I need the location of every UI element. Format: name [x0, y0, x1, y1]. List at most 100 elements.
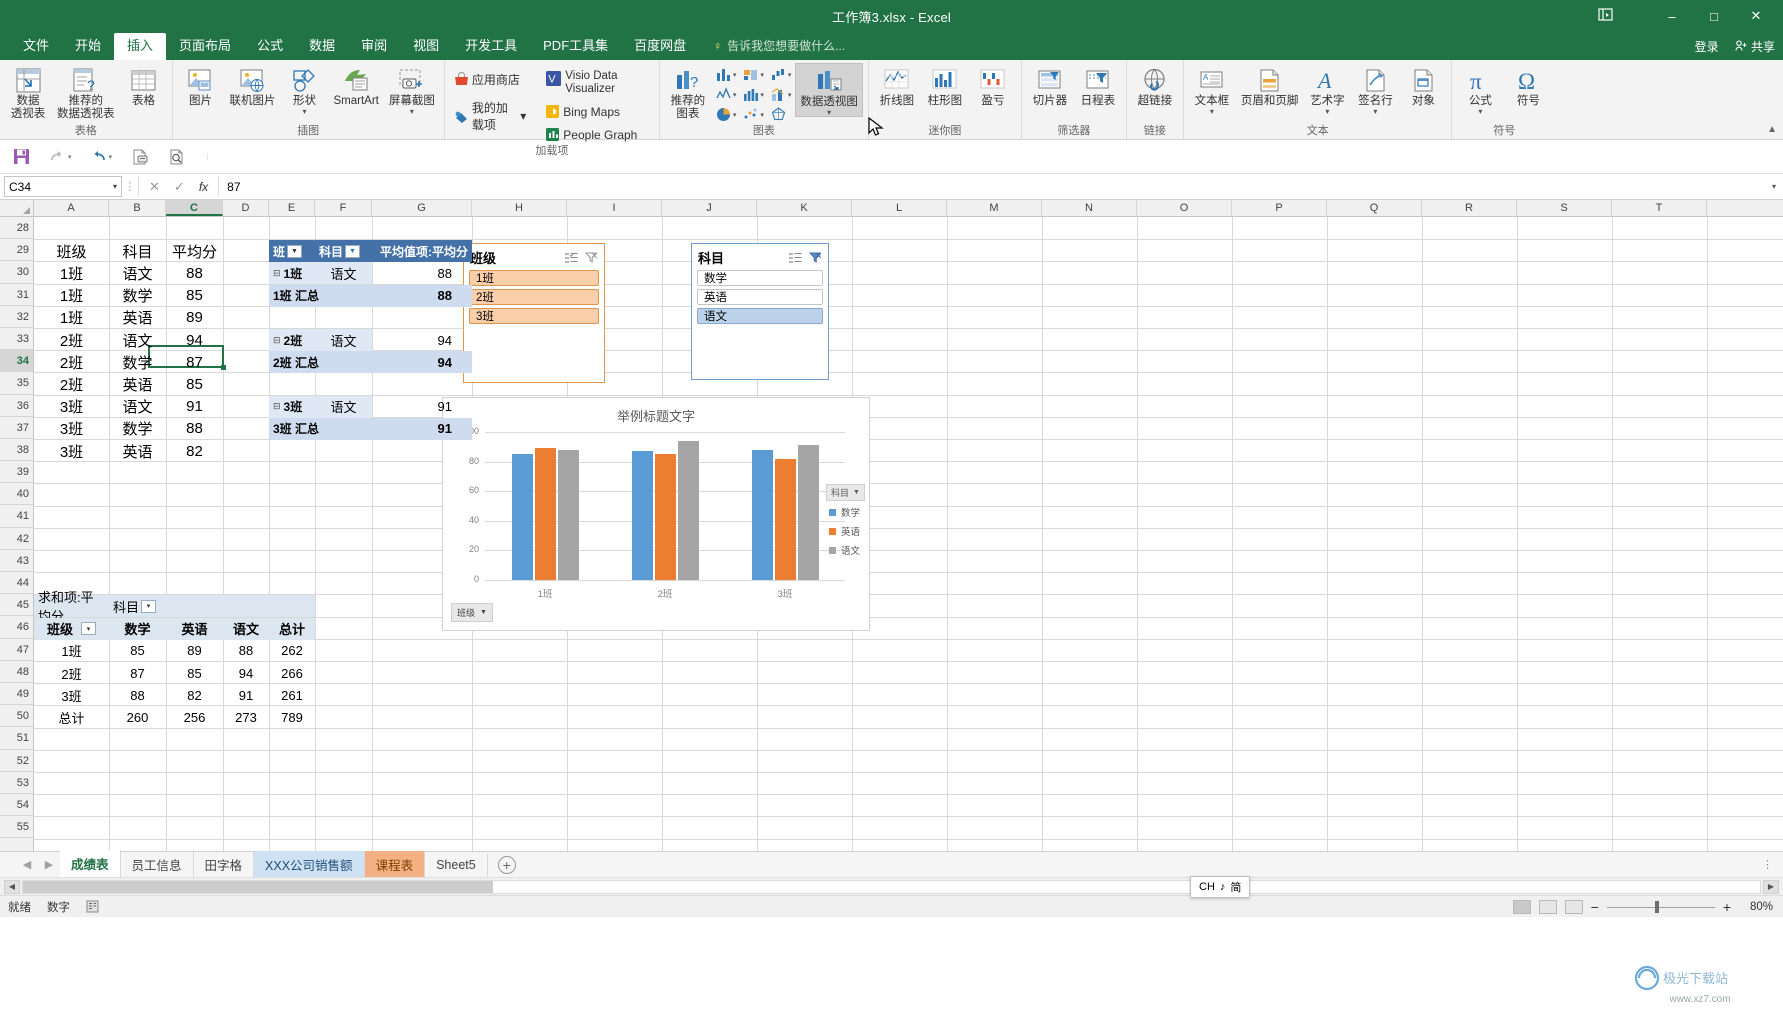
column-header-P[interactable]: P [1232, 200, 1327, 216]
sign-in-link[interactable]: 登录 [1695, 38, 1719, 55]
pivot-cell-1班-数学[interactable]: 85 [109, 640, 166, 662]
my-addins-caret-icon[interactable]: ▾ [520, 109, 526, 123]
cell-A32[interactable]: 1班 [34, 307, 109, 329]
pivot-cell-3班-总计[interactable]: 261 [269, 684, 315, 706]
cell-B38[interactable]: 英语 [109, 440, 166, 462]
row-header-30[interactable]: 30 [0, 261, 33, 284]
pivot-row-2班[interactable]: 2班 [34, 662, 109, 684]
slicer-item-subject-chinese[interactable]: 语文 [697, 308, 823, 324]
row-header-53[interactable]: 53 [0, 772, 33, 794]
online-pictures-button[interactable]: 联机图片 [226, 63, 280, 108]
column-header-N[interactable]: N [1042, 200, 1137, 216]
pivot-row-总计[interactable]: 总计 [34, 706, 109, 728]
bar-chart-button[interactable]: ▾ [740, 85, 766, 104]
statistic-chart-caret-icon[interactable]: ▾ [733, 91, 737, 99]
cell-B34[interactable]: 数学 [109, 351, 166, 373]
column-header-Q[interactable]: Q [1327, 200, 1422, 216]
column-chart-button[interactable]: ▾ [713, 65, 739, 84]
cell-E30[interactable]: ⊟ 1班 [269, 262, 315, 285]
worksheet-grid[interactable]: ABCDEFGHIJKLMNOPQRST 28 29 30 31 32 33 34 35 36 3… [0, 200, 1783, 851]
pivot-chart-button[interactable]: 数据透视图 ▾ [795, 63, 863, 117]
legend-entry-english[interactable]: 英语 [826, 524, 874, 538]
horizontal-scrollbar[interactable]: ◀ ▶ CH ♪ 简 [0, 876, 1783, 898]
screenshot-caret-icon[interactable]: ▾ [410, 108, 414, 116]
pivot-column-header-总计[interactable]: 总计 [269, 617, 315, 640]
legend-field-button[interactable]: 科目 ▼ [826, 484, 865, 501]
cell-G37[interactable]: 91 [372, 417, 472, 440]
print-preview-icon[interactable] [167, 148, 186, 166]
symbol-button[interactable]: Ω 符号 [1505, 63, 1551, 108]
cell-F33[interactable]: 语文 [315, 329, 372, 351]
row-header-33[interactable]: 33 [0, 328, 33, 351]
tab-pdf-tools[interactable]: PDF工具集 [530, 33, 621, 60]
combo-chart-button[interactable]: ▾ [768, 85, 794, 104]
waterfall-chart-button[interactable]: ▾ [768, 65, 794, 84]
expand-formula-bar-icon[interactable]: ▾ [1765, 182, 1783, 191]
undo-caret-icon[interactable]: ▾ [109, 153, 113, 161]
pivot-column-header-英语[interactable]: 英语 [166, 617, 223, 640]
textbox-caret-icon[interactable]: ▾ [1210, 108, 1214, 116]
column-header-B[interactable]: B [109, 200, 166, 216]
pivot-cell-1班-语文[interactable]: 88 [223, 640, 269, 662]
wordart-caret-icon[interactable]: ▾ [1325, 108, 1329, 116]
slicer-button[interactable]: 切片器 [1027, 63, 1073, 108]
chart-bar-1班-数学[interactable] [511, 454, 533, 580]
cell-A30[interactable]: 1班 [34, 262, 109, 284]
pivot-filter-button-subject[interactable]: ▼ [345, 244, 361, 258]
pivot-header-G[interactable]: 平均值项:平均分 [372, 240, 472, 263]
pivot-subtotal-label[interactable]: 3班 汇总 [269, 417, 372, 440]
column-header-G[interactable]: G [372, 200, 472, 216]
cancel-icon[interactable]: ✕ [149, 179, 160, 195]
timeline-button[interactable]: 日程表 [1075, 63, 1121, 108]
pivot-row-3班[interactable]: 3班 [34, 684, 109, 706]
cell-B35[interactable]: 英语 [109, 373, 166, 395]
pivot-cell-3班-英语[interactable]: 82 [166, 684, 223, 706]
cell-A34[interactable]: 2班 [34, 351, 109, 373]
select-all-button[interactable] [0, 200, 34, 216]
pivot-cell-总计-总计[interactable]: 789 [269, 706, 315, 728]
cell-C35[interactable]: 85 [166, 373, 223, 395]
table-button[interactable]: 表格 [121, 63, 167, 108]
cell-B33[interactable]: 语文 [109, 329, 166, 351]
name-box[interactable]: C34 ▾ [4, 176, 122, 197]
chart-bar-2班-语文[interactable] [677, 440, 699, 580]
cell-C31[interactable]: 85 [166, 285, 223, 307]
signature-line-button[interactable]: 签名行 ▾ [1352, 63, 1398, 116]
chart-bar-2班-数学[interactable] [631, 451, 653, 580]
cell-C32[interactable]: 89 [166, 307, 223, 329]
row-header-42[interactable]: 42 [0, 528, 33, 550]
column-header-S[interactable]: S [1517, 200, 1612, 216]
quick-print-icon[interactable] [130, 148, 149, 166]
legend-entry-chinese[interactable]: 语文 [826, 543, 874, 557]
row-header-44[interactable]: 44 [0, 572, 33, 595]
pivot-cell-3班-数学[interactable]: 88 [109, 684, 166, 706]
chart-bar-1班-语文[interactable] [557, 449, 579, 580]
pie-chart-caret-icon[interactable]: ▾ [733, 111, 737, 119]
statistic-chart-button[interactable]: ▾ [713, 85, 739, 104]
store-button[interactable]: 应用商店 [450, 69, 530, 90]
column-header-A[interactable]: A [34, 200, 109, 216]
page-layout-icon[interactable] [1538, 899, 1557, 914]
cell-G30[interactable]: 88 [372, 262, 472, 284]
cell-F36[interactable]: 语文 [315, 395, 372, 418]
tab-view[interactable]: 视图 [400, 33, 452, 60]
name-box-caret-icon[interactable]: ▾ [113, 182, 117, 191]
cell-C30[interactable]: 88 [166, 262, 223, 284]
sparkline-column-button[interactable]: 柱形图 [922, 63, 968, 108]
combo-chart-caret-icon[interactable]: ▾ [788, 91, 792, 99]
cell-B30[interactable]: 语文 [109, 262, 166, 284]
scatter-chart-caret-icon[interactable]: ▾ [760, 111, 764, 119]
page-break-icon[interactable] [1564, 899, 1583, 914]
pivot-column-field-filter-button[interactable]: ▾ [141, 599, 157, 613]
column-header-H[interactable]: H [472, 200, 567, 216]
cell-C36[interactable]: 91 [166, 396, 223, 418]
scroll-left-button[interactable]: ◀ [4, 879, 20, 894]
hierarchy-chart-button[interactable]: ▾ [740, 65, 766, 84]
minimize-button[interactable]: – [1651, 1, 1693, 31]
waterfall-chart-caret-icon[interactable]: ▾ [788, 71, 792, 79]
zoom-in-button[interactable]: + [1723, 899, 1731, 915]
undo-icon[interactable]: ▾ [90, 149, 113, 164]
column-header-D[interactable]: D [223, 200, 269, 216]
save-icon[interactable] [12, 147, 31, 166]
column-header-I[interactable]: I [567, 200, 662, 216]
